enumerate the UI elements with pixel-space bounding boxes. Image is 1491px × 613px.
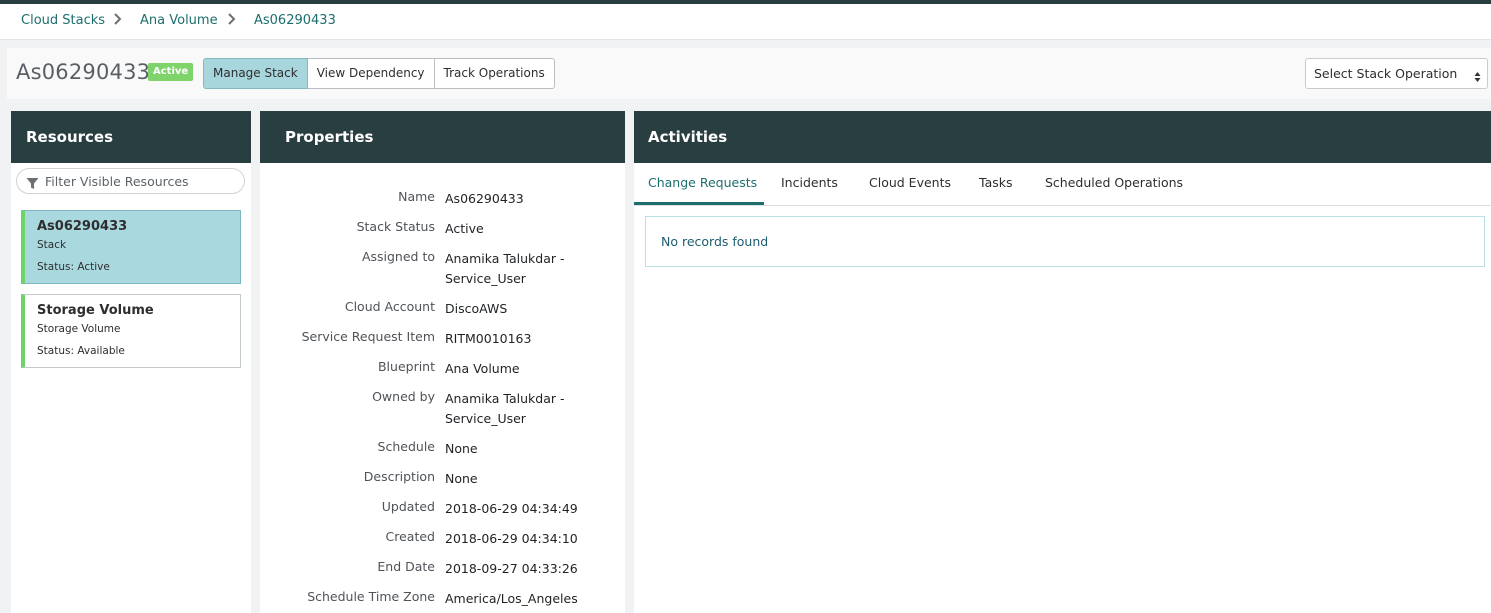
- property-label: Schedule: [377, 439, 435, 454]
- chevron-right-icon: [227, 12, 237, 26]
- tab-change-requests[interactable]: Change Requests: [648, 175, 757, 190]
- property-label: Blueprint: [377, 359, 435, 374]
- tab-cloud-events[interactable]: Cloud Events: [869, 175, 951, 190]
- tab-incidents[interactable]: Incidents: [781, 175, 838, 190]
- filter-resources-input[interactable]: [45, 172, 235, 190]
- property-value: 2018-06-29 04:34:10: [445, 531, 578, 546]
- property-label: Created: [385, 529, 435, 544]
- property-label: Assigned to: [361, 249, 435, 264]
- page-title: As06290433: [16, 60, 151, 84]
- track-operations-button[interactable]: Track Operations: [434, 58, 555, 89]
- active-tab-indicator: [634, 202, 764, 205]
- resource-name: As06290433: [37, 219, 128, 234]
- property-label: End Date: [377, 559, 435, 574]
- breadcrumb-cloud-stacks[interactable]: Cloud Stacks: [21, 13, 105, 28]
- properties-panel-title: Properties: [260, 111, 625, 163]
- resources-panel: Resources As06290433 Stack Status: Activ…: [11, 111, 251, 613]
- resource-type: Storage Volume: [37, 323, 121, 335]
- property-label: Description: [363, 469, 435, 484]
- stack-view-button-group: Manage Stack View Dependency Track Opera…: [203, 58, 555, 89]
- activities-panel: Activities Change Requests Incidents Clo…: [634, 111, 1491, 613]
- tab-tasks[interactable]: Tasks: [979, 175, 1013, 190]
- property-value: 2018-09-27 04:33:26: [445, 561, 578, 576]
- property-label: Cloud Account: [344, 299, 435, 314]
- empty-state-message: No records found: [645, 216, 1485, 267]
- activities-panel-title: Activities: [634, 111, 1491, 163]
- resources-panel-title: Resources: [11, 111, 251, 163]
- resource-status: Status: Available: [37, 345, 125, 357]
- property-value: As06290433: [445, 191, 524, 206]
- up-down-caret-icon: [1474, 68, 1481, 82]
- breadcrumb-current-stack[interactable]: As06290433: [254, 13, 336, 28]
- property-label: Stack Status: [356, 219, 435, 234]
- breadcrumb-ana-volume[interactable]: Ana Volume: [140, 13, 218, 28]
- chevron-right-icon: [113, 12, 123, 26]
- property-value: America/Los_Angeles: [445, 591, 578, 606]
- property-value[interactable]: Anamika Talukdar - Service_User: [445, 249, 570, 289]
- property-value[interactable]: Anamika Talukdar - Service_User: [445, 389, 570, 429]
- property-value: Active: [445, 221, 484, 236]
- stack-operation-select[interactable]: Select Stack Operation: [1305, 58, 1488, 89]
- breadcrumb: Cloud Stacks Ana Volume As06290433: [0, 4, 1491, 40]
- property-label: Updated: [381, 499, 435, 514]
- stack-header: As06290433 Active Manage Stack View Depe…: [7, 48, 1491, 99]
- property-value: None: [445, 471, 478, 486]
- property-value[interactable]: DiscoAWS: [445, 299, 610, 319]
- no-records-text: No records found: [661, 234, 769, 249]
- resource-card-storage-volume[interactable]: Storage Volume Storage Volume Status: Av…: [21, 294, 241, 368]
- filter-resources-field[interactable]: [16, 168, 245, 194]
- stack-operation-select-value: Select Stack Operation: [1314, 66, 1458, 81]
- filter-icon: [26, 175, 39, 189]
- property-label: Service Request Item: [301, 329, 435, 344]
- property-value[interactable]: Ana Volume: [445, 359, 610, 379]
- activities-tab-bar: Change Requests Incidents Cloud Events T…: [634, 163, 1491, 206]
- property-label: Owned by: [372, 389, 435, 404]
- resource-card-stack[interactable]: As06290433 Stack Status: Active: [21, 210, 241, 284]
- manage-stack-button[interactable]: Manage Stack: [203, 58, 308, 89]
- view-dependency-button[interactable]: View Dependency: [307, 58, 435, 89]
- properties-panel: Properties Name As06290433 Stack Status …: [260, 111, 625, 613]
- property-value[interactable]: RITM0010163: [445, 329, 610, 349]
- status-badge: Active: [148, 63, 194, 81]
- property-value: 2018-06-29 04:34:49: [445, 501, 578, 516]
- tab-scheduled-operations[interactable]: Scheduled Operations: [1045, 175, 1183, 190]
- property-label: Name: [398, 189, 435, 204]
- resource-name: Storage Volume: [37, 303, 154, 318]
- property-label: Schedule Time Zone: [307, 589, 435, 604]
- property-value: None: [445, 441, 478, 456]
- resource-status: Status: Active: [37, 261, 110, 273]
- resource-type: Stack: [37, 239, 67, 251]
